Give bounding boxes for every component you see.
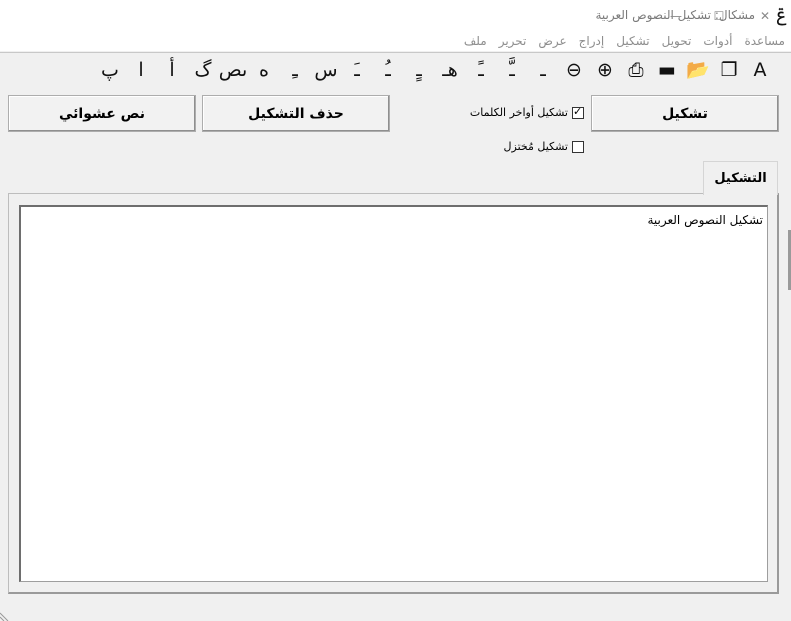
seen-button[interactable]: س: [314, 57, 338, 83]
damma-button[interactable]: ـُ: [376, 57, 400, 83]
menu-item-2[interactable]: عرض: [538, 34, 566, 48]
nun-sad-button[interactable]: ںص: [218, 57, 248, 83]
toolbar: A ❐ 📂 ▬ ⎙ ⊕ ⊖ ـ ـَّ ـً هـ ـٍ ـُ ـَ س ـِ ه ںص گ أ ا پ: [0, 52, 791, 87]
kasratan-button[interactable]: ـٍ: [407, 57, 431, 83]
alif-hamza-button[interactable]: أ: [160, 57, 184, 83]
close-icon: ✕: [759, 8, 771, 23]
peh-icon: پ: [101, 58, 119, 81]
damma-icon: ـُ: [385, 58, 391, 81]
editor-text: تشكيل النصوص العربية: [647, 213, 763, 227]
menu-item-6[interactable]: أدوات: [703, 34, 732, 48]
ha-dotted-button[interactable]: ه: [252, 57, 276, 83]
save-button[interactable]: ▬: [655, 57, 679, 83]
close-button[interactable]: ✕: [742, 0, 788, 31]
minimize-button[interactable]: —: [653, 0, 699, 31]
zoom-out-button[interactable]: ⊖: [562, 57, 586, 83]
zoom-out-icon: ⊖: [566, 58, 582, 81]
open-folder-button[interactable]: 📂: [686, 57, 710, 83]
word-endings-label: تشكيل أواخر الكلمات: [469, 106, 568, 119]
font-button[interactable]: A: [748, 57, 772, 83]
nun-sad-icon: ںص: [218, 58, 248, 81]
save-icon: ▬: [658, 58, 676, 81]
print-icon: ⎙: [628, 58, 644, 81]
menu-item-0[interactable]: ملف: [464, 34, 487, 48]
ha-dotted-icon: ه: [259, 58, 269, 81]
kasra-button[interactable]: ـِ: [283, 57, 307, 83]
fatha-button[interactable]: ـَ: [345, 57, 369, 83]
shadda-fatha-icon: ـَّ: [509, 58, 515, 81]
gaf-icon: گ: [194, 58, 212, 81]
menu-item-3[interactable]: إدراج: [579, 34, 605, 48]
alif-dotted-icon: ا: [138, 58, 144, 81]
tab-tashkeel[interactable]: التشكيل: [703, 161, 778, 195]
menu-list: ملف تحرير عرض إدراج تشكيل تحويل أدوات مساعدة: [452, 34, 785, 48]
alif-dotted-button[interactable]: ا: [129, 57, 153, 83]
tatweel-button[interactable]: ـ: [531, 57, 555, 83]
kasra-icon: ـِ: [292, 58, 298, 81]
copy-button[interactable]: ❐: [717, 57, 741, 83]
ha-icon: هـ: [442, 58, 458, 81]
fatha-icon: ـَ: [354, 58, 360, 81]
gaf-button[interactable]: گ: [191, 57, 215, 83]
remove-tashkeel-button[interactable]: حذف التشكيل: [202, 95, 390, 132]
resize-grip-icon[interactable]: [0, 611, 10, 621]
font-icon: A: [753, 58, 767, 81]
tatweel-icon: ـ: [540, 58, 546, 81]
word-endings-checkbox[interactable]: تشكيل أواخر الكلمات: [469, 105, 584, 119]
maximize-icon: ☐: [713, 8, 725, 23]
maximize-button[interactable]: ☐: [696, 0, 742, 31]
seen-icon: س: [314, 58, 338, 81]
menu-item-4[interactable]: تشكيل: [616, 34, 649, 48]
zoom-in-button[interactable]: ⊕: [593, 57, 617, 83]
abbreviated-check-icon[interactable]: [572, 140, 584, 153]
text-editor[interactable]: تشكيل النصوص العربية: [19, 205, 768, 582]
random-text-button[interactable]: نص عشوائي: [8, 95, 196, 132]
shadda-kasra-button[interactable]: ـً: [469, 57, 493, 83]
print-button[interactable]: ⎙: [624, 57, 648, 83]
peh-button[interactable]: پ: [98, 57, 122, 83]
minimize-icon: —: [670, 8, 682, 23]
open-folder-icon: 📂: [686, 58, 710, 81]
menu-item-1[interactable]: تحرير: [499, 34, 527, 48]
zoom-in-icon: ⊕: [597, 58, 613, 81]
ha-button[interactable]: هـ: [438, 57, 462, 83]
alif-hamza-icon: أ: [169, 58, 175, 81]
shadda-fatha-button[interactable]: ـَّ: [500, 57, 524, 83]
abbreviated-label: تشكيل مُختزل: [503, 140, 568, 153]
abbreviated-checkbox[interactable]: تشكيل مُختزل: [504, 140, 584, 153]
tashkeel-button[interactable]: تشكيل: [591, 95, 779, 132]
menu-item-7[interactable]: مساعدة: [744, 34, 785, 48]
menu-bar: ملف تحرير عرض إدراج تشكيل تحويل أدوات مساعدة: [0, 31, 791, 51]
title-bar: ݝ مشكال: تشكيل النصوص العربية — ☐ ✕: [0, 0, 791, 31]
copy-icon: ❐: [720, 58, 738, 81]
shadda-kasra-icon: ـً: [478, 58, 484, 81]
menu-item-5[interactable]: تحويل: [662, 34, 692, 48]
word-endings-check-icon[interactable]: [572, 105, 584, 119]
kasratan-icon: ـٍ: [416, 58, 422, 81]
